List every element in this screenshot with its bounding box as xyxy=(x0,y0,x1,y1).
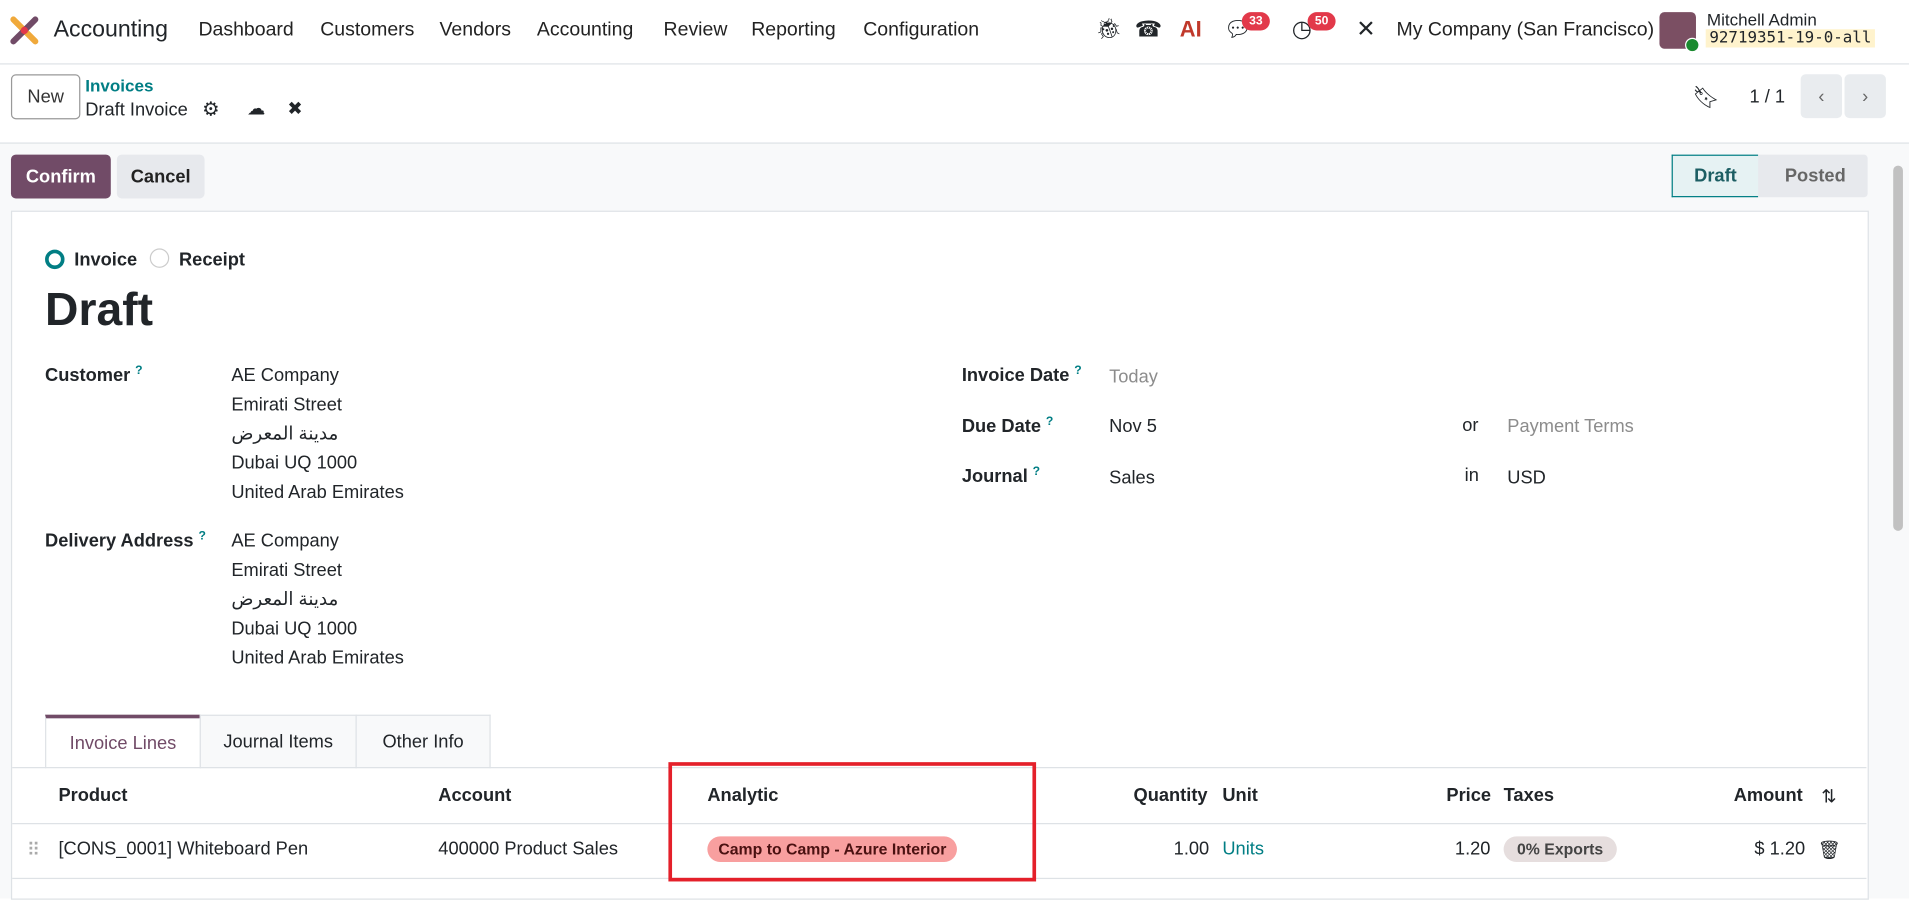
previous-button[interactable]: ‹ xyxy=(1800,74,1843,119)
company-switcher[interactable]: My Company (San Francisco) xyxy=(1396,19,1654,41)
row-price[interactable]: 1.20 xyxy=(1455,839,1491,860)
status-posted[interactable]: Posted xyxy=(1785,166,1846,187)
due-date-label: Due Date? xyxy=(961,415,1054,438)
journal-label: Journal? xyxy=(961,465,1041,487)
app-name[interactable]: Accounting xyxy=(54,17,168,44)
col-quantity[interactable]: Quantity xyxy=(1133,785,1207,806)
avatar[interactable] xyxy=(1659,12,1700,53)
next-button[interactable]: › xyxy=(1844,74,1886,119)
currency-input[interactable]: USD xyxy=(1507,468,1546,489)
invoice-date-input[interactable]: Today xyxy=(1109,366,1158,387)
odoo-app-icon[interactable] xyxy=(10,16,39,45)
invoice-title: Draft xyxy=(45,284,154,337)
journal-input[interactable]: Sales xyxy=(1109,468,1155,489)
menu-customers[interactable]: Customers xyxy=(320,19,414,41)
breadcrumb-invoices[interactable]: Invoices xyxy=(85,75,153,94)
messages-badge: 33 xyxy=(1241,12,1271,31)
column-settings-icon[interactable]: ⇅ xyxy=(1821,785,1836,808)
row-amount: $ 1.20 xyxy=(1754,838,1806,860)
tools-icon[interactable]: ✕ xyxy=(1356,16,1375,44)
menu-configuration[interactable]: Configuration xyxy=(863,19,979,41)
in-text: in xyxy=(1464,465,1479,486)
bug-icon[interactable]: 🐞︎ xyxy=(1096,17,1122,41)
delivery-address-label: Delivery Address? xyxy=(45,529,206,552)
row-unit[interactable]: Units xyxy=(1222,839,1264,860)
tab-other-info[interactable]: Other Info xyxy=(355,714,491,769)
phone-icon[interactable]: ☎ xyxy=(1135,17,1162,43)
or-text: or xyxy=(1462,415,1479,436)
menu-reporting[interactable]: Reporting xyxy=(751,19,835,41)
ai-icon[interactable]: AI xyxy=(1180,17,1202,43)
status-bar: Draft Posted xyxy=(1671,154,1868,198)
invoice-date-label: Invoice Date? xyxy=(961,364,1082,386)
col-product[interactable]: Product xyxy=(58,785,127,806)
trash-icon[interactable]: 🗑︎ xyxy=(1818,839,1841,861)
user-name[interactable]: Mitchell Admin xyxy=(1707,10,1817,29)
new-button[interactable]: New xyxy=(10,74,81,120)
row-account[interactable]: 400000 Product Sales xyxy=(438,839,618,860)
radio-invoice-label[interactable]: Invoice xyxy=(74,250,137,271)
customer-address[interactable]: AE Company Emirati Street مدينة المعرض Duba… xyxy=(231,362,404,508)
menu-accounting[interactable]: Accounting xyxy=(537,19,633,41)
menu-vendors[interactable]: Vendors xyxy=(440,19,511,41)
database-badge: 92719351-19-0-all xyxy=(1705,29,1876,48)
cancel-button[interactable]: Cancel xyxy=(116,154,205,199)
radio-receipt[interactable] xyxy=(149,248,170,268)
confirm-button[interactable]: Confirm xyxy=(10,154,111,199)
discard-icon[interactable]: ✖ xyxy=(287,97,302,120)
customer-label: Customer? xyxy=(45,364,143,386)
row-quantity[interactable]: 1.00 xyxy=(1174,839,1210,860)
activities-badge: 50 xyxy=(1307,12,1336,31)
due-date-input[interactable]: Nov 5 xyxy=(1109,416,1157,437)
row-product[interactable]: [CONS_0001] Whiteboard Pen xyxy=(58,839,308,860)
menu-dashboard[interactable]: Dashboard xyxy=(198,19,293,41)
col-price[interactable]: Price xyxy=(1446,785,1491,806)
tab-journal-items[interactable]: Journal Items xyxy=(199,714,357,769)
delivery-address[interactable]: AE Company Emirati Street مدينة المعرض Duba… xyxy=(231,527,404,673)
payment-terms-input[interactable]: Payment Terms xyxy=(1507,416,1634,437)
scrollbar[interactable] xyxy=(1893,165,1903,531)
menu-review[interactable]: Review xyxy=(664,19,728,41)
tab-invoice-lines[interactable]: Invoice Lines xyxy=(45,714,201,769)
col-taxes[interactable]: Taxes xyxy=(1504,785,1554,806)
breadcrumb-current: Draft Invoice xyxy=(85,99,188,121)
bookmark-icon[interactable]: 🔖︎ xyxy=(1692,85,1720,111)
radio-receipt-label[interactable]: Receipt xyxy=(179,250,245,271)
col-amount[interactable]: Amount xyxy=(1734,785,1803,806)
top-navbar: Accounting Dashboard Customers Vendors A… xyxy=(0,0,1909,65)
pager-value[interactable]: 1 / 1 xyxy=(1750,86,1786,107)
cloud-save-icon[interactable]: ☁ xyxy=(247,97,265,120)
status-draft[interactable]: Draft xyxy=(1671,154,1759,198)
gear-icon[interactable]: ⚙ xyxy=(202,97,219,121)
drag-handle-icon[interactable]: ⠿ xyxy=(27,839,40,861)
col-unit[interactable]: Unit xyxy=(1222,785,1258,806)
tax-tag[interactable]: 0% Exports xyxy=(1503,836,1617,862)
radio-invoice[interactable] xyxy=(45,249,65,270)
highlight-box xyxy=(668,762,1037,882)
col-account[interactable]: Account xyxy=(438,785,511,806)
